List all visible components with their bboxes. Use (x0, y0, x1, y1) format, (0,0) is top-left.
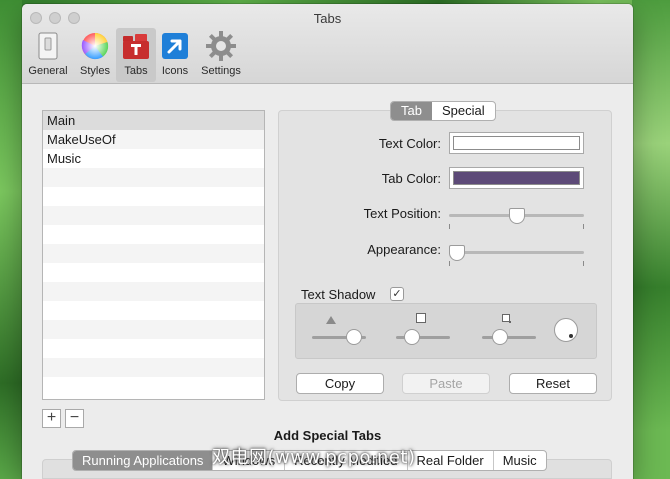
segment-real-folder[interactable]: Real Folder (408, 451, 494, 470)
segment-tab[interactable]: Tab (391, 102, 432, 120)
appearance-label: Appearance: (367, 242, 441, 257)
general-prefs-icon (32, 30, 64, 62)
list-item[interactable]: Music (43, 149, 264, 168)
tab-special-segmented-control: Tab Special (390, 101, 496, 121)
shadow-opacity-slider[interactable] (312, 329, 366, 345)
shadow-size-knob[interactable] (404, 329, 420, 345)
color-wheel-icon (79, 30, 111, 62)
remove-tab-button[interactable]: − (65, 409, 84, 428)
reset-button[interactable]: Reset (509, 373, 597, 394)
list-empty-row (43, 282, 264, 301)
window-title: Tabs (313, 11, 342, 26)
text-position-slider[interactable] (449, 208, 584, 229)
list-empty-row (43, 168, 264, 187)
toolbar-item-label: Icons (161, 65, 189, 77)
list-item[interactable]: MakeUseOf (43, 130, 264, 149)
list-empty-row (43, 187, 264, 206)
shadow-blur-slider[interactable] (482, 329, 536, 345)
text-color-well[interactable] (449, 132, 584, 154)
list-empty-row (43, 358, 264, 377)
desktop-wallpaper-right (632, 0, 670, 479)
list-empty-row (43, 263, 264, 282)
appearance-knob[interactable] (449, 245, 465, 261)
tab-color-swatch (453, 171, 580, 185)
shadow-controls (295, 303, 597, 359)
toolbar-item-general[interactable]: General (26, 28, 70, 82)
shadow-opacity-knob[interactable] (346, 329, 362, 345)
toolbar-item-tabs[interactable]: Tabs (116, 28, 156, 82)
watermark: 双电网(www.pcpo.net) (212, 447, 416, 468)
app-icon (159, 30, 191, 62)
paste-button[interactable]: Paste (402, 373, 490, 394)
toolbar-item-icons[interactable]: Icons (156, 28, 194, 82)
tabs-icon (120, 30, 152, 62)
appearance-slider[interactable] (449, 245, 584, 266)
shadow-blur-icon (502, 314, 511, 323)
shadow-size-icon (416, 313, 426, 323)
toolbar-item-settings[interactable]: Settings (196, 28, 246, 82)
toolbar: Tabs General Styles Tabs Icons Settings (22, 4, 633, 84)
tab-color-well[interactable] (449, 167, 584, 189)
text-shadow-label: Text Shadow (301, 287, 376, 302)
toolbar-item-styles[interactable]: Styles (74, 28, 116, 82)
list-empty-row (43, 244, 264, 263)
tab-settings-panel: Tab Special Text Color: Tab Color: Text … (278, 101, 612, 401)
segment-running-applications[interactable]: Running Applications (73, 451, 214, 470)
add-special-tabs-title: Add Special Tabs (273, 428, 382, 443)
gear-icon (205, 30, 237, 62)
dial-indicator (569, 334, 573, 338)
toolbar-item-label: Tabs (124, 65, 148, 77)
segment-special[interactable]: Special (432, 102, 495, 120)
list-empty-row (43, 320, 264, 339)
tab-list[interactable]: Main MakeUseOf Music (42, 110, 265, 400)
add-tab-button[interactable]: + (42, 409, 61, 428)
list-empty-row (43, 206, 264, 225)
text-color-swatch (453, 136, 580, 150)
shadow-size-slider[interactable] (396, 329, 450, 345)
toolbar-item-label: Settings (201, 65, 241, 77)
list-empty-row (43, 225, 264, 244)
shadow-direction-dial[interactable] (554, 318, 578, 342)
text-position-knob[interactable] (509, 208, 525, 224)
toolbar-item-label: Styles (80, 65, 110, 77)
list-empty-row (43, 377, 264, 396)
copy-button[interactable]: Copy (296, 373, 384, 394)
text-position-label: Text Position: (363, 206, 441, 221)
text-color-label: Text Color: (378, 136, 441, 151)
shadow-blur-knob[interactable] (492, 329, 508, 345)
opacity-icon (326, 316, 336, 324)
preferences-window: Tabs General Styles Tabs Icons Settings … (22, 4, 633, 479)
text-shadow-checkbox[interactable]: ✓ (390, 287, 404, 301)
tab-color-label: Tab Color: (381, 171, 441, 186)
list-item[interactable]: Main (43, 111, 264, 130)
toolbar-item-label: General (28, 65, 68, 77)
segment-music[interactable]: Music (494, 451, 546, 470)
list-empty-row (43, 301, 264, 320)
desktop-wallpaper-left (0, 0, 22, 479)
list-empty-row (43, 339, 264, 358)
